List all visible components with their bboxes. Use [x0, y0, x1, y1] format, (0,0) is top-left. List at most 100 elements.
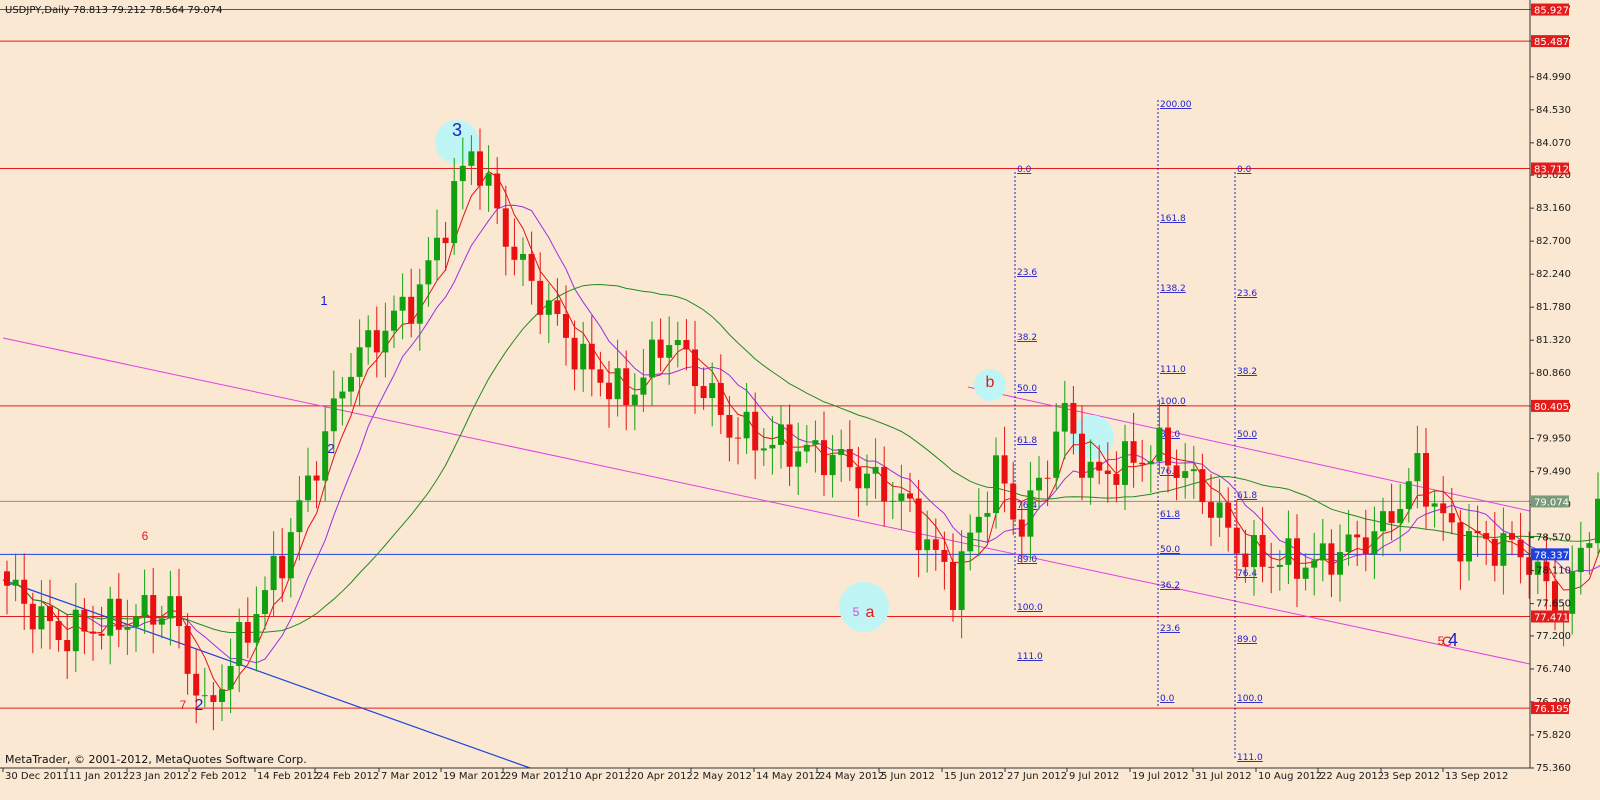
- candle-body: [382, 330, 389, 353]
- price-tick-label: 75.820: [1536, 730, 1571, 741]
- candle-body: [631, 394, 638, 406]
- candle-body: [717, 383, 724, 415]
- price-tick-label: 75.360: [1536, 763, 1571, 774]
- candle-body: [898, 493, 905, 501]
- candle-body: [924, 539, 931, 551]
- candle-body: [1139, 462, 1146, 465]
- candle-body: [1466, 531, 1472, 562]
- candle-body: [55, 621, 62, 640]
- fib-level-label: 89.0: [1017, 555, 1037, 565]
- candle-body: [38, 606, 45, 630]
- candle-body: [1388, 511, 1395, 523]
- candle-body: [915, 498, 922, 551]
- candle-body: [1337, 552, 1343, 575]
- candle-body: [563, 313, 569, 338]
- candle-body: [434, 237, 440, 261]
- fib-level-label: 23.6: [1017, 268, 1037, 278]
- candle-body: [752, 411, 759, 451]
- candle-body: [950, 561, 956, 610]
- fib-level-label: 138.2: [1160, 284, 1186, 294]
- date-tick-label: 2 Feb 2012: [191, 771, 247, 782]
- price-tick-label: 76.740: [1536, 664, 1571, 675]
- date-tick-label: 10 Aug 2012: [1258, 771, 1322, 782]
- candle-body: [348, 376, 354, 392]
- candle-body: [520, 253, 526, 260]
- candle-body: [339, 391, 346, 399]
- candle-body: [1182, 471, 1189, 478]
- fib-level-label: 111.0: [1237, 753, 1263, 763]
- date-tick-label: 10 Apr 2012: [569, 771, 631, 782]
- candle-body: [692, 349, 698, 387]
- candle-body: [932, 539, 939, 550]
- candle-body: [4, 571, 10, 586]
- candle-body: [365, 330, 372, 348]
- price-tick-label: 82.700: [1536, 236, 1571, 247]
- candle-body: [262, 590, 268, 615]
- candle-body: [1457, 522, 1464, 562]
- candle-body: [984, 513, 991, 517]
- date-tick-label: 15 Jun 2012: [944, 771, 1004, 782]
- fib-level-label: 0.0: [1017, 165, 1032, 175]
- candle-body: [967, 532, 974, 552]
- date-tick-label: 29 Mar 2012: [505, 771, 568, 782]
- price-level-tag-text: 85.487: [1534, 37, 1569, 48]
- candle-body: [1595, 498, 1600, 544]
- candle-body: [872, 466, 879, 474]
- price-level-tag-text: 78.337: [1534, 550, 1569, 561]
- price-tick-label: 84.530: [1536, 105, 1571, 116]
- candle-body: [1405, 481, 1412, 509]
- date-tick-label: 24 May 2012: [819, 771, 884, 782]
- price-level-tag-text: 77.471: [1534, 612, 1569, 623]
- fib-level-label: 100.0: [1160, 397, 1186, 407]
- candle-body: [1018, 519, 1025, 537]
- candle-body: [451, 181, 458, 244]
- candle-body: [391, 310, 397, 331]
- fib-level-label: 100.0: [1017, 603, 1043, 613]
- candle-body: [1276, 564, 1283, 568]
- date-tick-label: 7 Mar 2012: [381, 771, 438, 782]
- chart-window[interactable]: 0.0 23.6 38.2 50.0 61.8 76.4 89.0 100.0 111.0 200…: [0, 0, 1600, 800]
- candle-body: [184, 626, 191, 674]
- candle-body: [1345, 534, 1352, 553]
- candle-body: [838, 448, 845, 455]
- candle-body: [1362, 537, 1369, 554]
- price-tick-label: 78.110: [1536, 566, 1571, 577]
- date-tick-label: 3 Sep 2012: [1383, 771, 1440, 782]
- candle-body: [1491, 538, 1498, 566]
- candle-body: [373, 330, 380, 353]
- date-tick-label: 20 Apr 2012: [631, 771, 693, 782]
- candle-body: [330, 398, 337, 432]
- candle-body: [640, 377, 647, 395]
- wave-label: a: [866, 604, 875, 621]
- date-tick-label: 31 Jul 2012: [1195, 771, 1252, 782]
- candle-body: [115, 598, 122, 630]
- price-chart[interactable]: 0.023.638.250.061.876.489.0100.0111.0200…: [0, 0, 1600, 800]
- copyright-text: MetaTrader, © 2001-2012, MetaQuotes Soft…: [5, 753, 307, 766]
- chart-background: [0, 0, 1600, 800]
- date-tick-label: 13 Sep 2012: [1445, 771, 1508, 782]
- candle-body: [158, 618, 165, 625]
- candle-body: [907, 493, 913, 499]
- candle-body: [743, 411, 750, 439]
- candle-body: [511, 246, 518, 260]
- fib-level-label: 111.0: [1017, 652, 1043, 662]
- candle-body: [416, 284, 423, 324]
- date-tick-label: 19 Mar 2012: [443, 771, 506, 782]
- price-tick-label: 79.490: [1536, 467, 1571, 478]
- price-tick-label: 84.990: [1536, 72, 1571, 83]
- wave-label: 2: [327, 441, 334, 456]
- candle-body: [244, 622, 251, 643]
- fib-level-label: 61.8: [1017, 436, 1037, 446]
- fib-level-label: 50.0: [1017, 384, 1037, 394]
- candle-body: [1328, 543, 1335, 575]
- wave-label: 7: [180, 698, 187, 712]
- candle-body: [1147, 461, 1154, 465]
- candle-body: [1586, 543, 1593, 548]
- candle-body: [666, 345, 673, 358]
- candle-body: [1087, 461, 1094, 478]
- candle-body: [1414, 453, 1421, 482]
- candle-body: [1577, 547, 1584, 573]
- fib-level-label: 50.0: [1237, 430, 1257, 440]
- candle-body: [1302, 567, 1309, 579]
- fib-level-label: 50.0: [1160, 545, 1180, 555]
